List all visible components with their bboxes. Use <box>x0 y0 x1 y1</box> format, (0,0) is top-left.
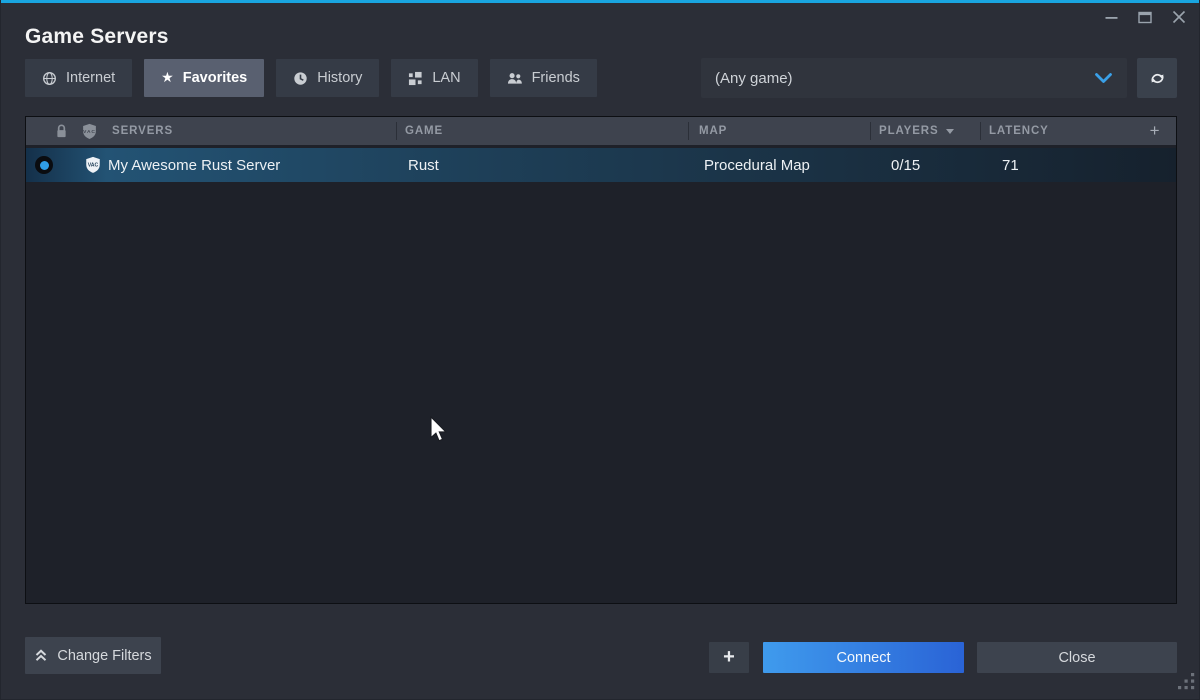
column-divider <box>688 122 689 140</box>
svg-text:VAC: VAC <box>88 163 99 169</box>
server-row[interactable]: VAC My Awesome Rust Server Rust Procedur… <box>26 148 1176 182</box>
add-column-button[interactable]: + <box>1144 117 1166 145</box>
column-players[interactable]: PLAYERS <box>879 117 954 145</box>
server-map-cell: Procedural Map <box>704 148 810 182</box>
column-map[interactable]: MAP <box>699 117 727 145</box>
vac-shield-icon: VAC <box>84 156 102 174</box>
friends-icon <box>507 71 523 86</box>
lock-icon <box>54 123 69 139</box>
window-accent-border <box>1 0 1199 3</box>
tab-label: Internet <box>66 70 115 86</box>
tab-friends[interactable]: Friends <box>490 59 597 97</box>
column-password[interactable] <box>54 117 69 145</box>
server-players-cell: 0/15 <box>891 148 920 182</box>
window-controls <box>1099 6 1191 28</box>
row-vac-icon-cell: VAC <box>84 148 102 182</box>
refresh-button[interactable] <box>1137 58 1177 98</box>
double-chevron-up-icon <box>34 648 48 663</box>
chevron-down-icon <box>1094 71 1113 85</box>
column-game[interactable]: GAME <box>405 117 443 145</box>
minimize-button[interactable] <box>1099 6 1123 28</box>
star-icon: ★ <box>161 71 174 85</box>
tab-label: Favorites <box>183 70 247 86</box>
server-source-tabs: Internet ★ Favorites History <box>25 59 597 97</box>
server-list-header: VAC SERVERS GAME MAP PLAYERS LATE <box>26 117 1176 145</box>
maximize-icon <box>1138 11 1152 24</box>
game-filter-value: (Any game) <box>715 70 1094 87</box>
lan-icon <box>408 71 423 86</box>
add-server-button[interactable]: + <box>709 642 749 673</box>
clock-icon <box>293 71 308 86</box>
resize-grip[interactable] <box>1178 673 1195 695</box>
tab-lan[interactable]: LAN <box>391 59 477 97</box>
close-button[interactable]: Close <box>977 642 1177 673</box>
column-divider <box>396 122 397 140</box>
column-label: MAP <box>699 125 727 137</box>
tab-favorites[interactable]: ★ Favorites <box>144 59 264 97</box>
connect-button[interactable]: Connect <box>763 642 964 673</box>
column-label: LATENCY <box>989 125 1049 137</box>
column-divider <box>870 122 871 140</box>
tab-label: Friends <box>532 70 580 86</box>
tab-label: LAN <box>432 70 460 86</box>
close-window-button[interactable] <box>1167 6 1191 28</box>
game-filter-dropdown[interactable]: (Any game) <box>701 58 1127 98</box>
column-divider <box>980 122 981 140</box>
tab-label: History <box>317 70 362 86</box>
column-label: PLAYERS <box>879 125 939 137</box>
maximize-button[interactable] <box>1133 6 1157 28</box>
column-latency[interactable]: LATENCY <box>989 117 1049 145</box>
column-servers[interactable]: SERVERS <box>112 117 173 145</box>
column-vac[interactable]: VAC <box>81 117 98 145</box>
server-name-cell: My Awesome Rust Server <box>108 148 280 182</box>
server-game-cell: Rust <box>408 148 439 182</box>
refresh-icon <box>1149 71 1166 86</box>
server-latency-cell: 71 <box>1002 148 1019 182</box>
tab-internet[interactable]: Internet <box>25 59 132 97</box>
change-filters-button[interactable]: Change Filters <box>25 637 161 674</box>
sort-descending-icon <box>946 129 954 134</box>
page-title: Game Servers <box>25 25 169 49</box>
globe-icon <box>42 71 57 86</box>
vac-shield-icon: VAC <box>81 123 98 140</box>
selected-server-indicator <box>35 156 53 174</box>
server-list: VAC SERVERS GAME MAP PLAYERS LATE <box>25 116 1177 604</box>
change-filters-label: Change Filters <box>57 648 151 664</box>
column-label: GAME <box>405 125 443 137</box>
minimize-icon <box>1105 11 1118 24</box>
close-icon <box>1172 10 1186 24</box>
tab-history[interactable]: History <box>276 59 379 97</box>
column-label: SERVERS <box>112 125 173 137</box>
svg-text:VAC: VAC <box>83 128 96 134</box>
game-servers-window: Game Servers Internet ★ Favorites <box>0 0 1200 700</box>
selected-dot-icon <box>40 161 49 170</box>
